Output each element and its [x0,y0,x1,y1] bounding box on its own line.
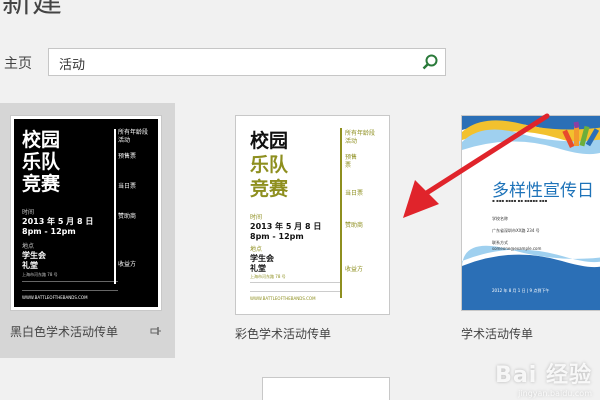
flyer-bw-place: 学生会 [22,251,46,260]
flyer-color-side-1: 所有年龄段 [345,130,376,137]
flyer-bw-title-2: 乐队 [22,151,61,173]
template-thumbnail-color: 校园 乐队 竞赛 时间 2013 年 5 月 8 日 8pm - 12pm 地点… [235,115,390,315]
flyer-color-side-2: 活动 [345,138,358,145]
flyer-color-title-3: 竞赛 [250,178,289,200]
flyer-color-title-2: 乐队 [250,154,289,176]
flyer-color-time-label: 时间 [250,214,263,221]
flyer-color-hours: 8pm - 12pm [250,232,304,241]
flyer-color-place-label: 地点 [250,246,263,253]
flyer-bw-lineup [22,281,118,291]
promo-contact: 联系方式 [492,240,508,245]
flyer-bw-side-1: 所有年龄段 [118,129,149,136]
template-tile-color[interactable]: 校园 乐队 竞赛 时间 2013 年 5 月 8 日 8pm - 12pm 地点… [230,103,400,358]
template-thumbnail-next-row[interactable] [262,377,390,400]
baidu-watermark: Bai 经验 jingyan.baidu.com [495,357,592,398]
flyer-bw-side-5: 赞助商 [118,213,137,220]
page-title: 新建 [2,0,62,20]
flyer-color-side-7: 收益方 [345,266,364,273]
flyer-bw-time-label: 时间 [22,209,35,216]
flyer-color-place2: 礼堂 [250,264,266,273]
template-thumbnail-bw: 校园 乐队 竞赛 时间 2013 年 5 月 8 日 8pm - 12pm 地点… [10,115,162,311]
flyer-color-address: 上海市河东路 78 号 [250,274,286,279]
flyer-bw-hours: 8pm - 12pm [22,227,76,236]
annotation-arrow [403,113,550,218]
flyer-bw-date: 2013 年 5 月 8 日 [22,217,94,226]
flyer-color-side-4: 票 [345,162,352,169]
flyer-bw-side-6: 收益方 [118,261,137,268]
home-link[interactable]: 主页 [4,53,32,73]
flyer-color-side-5: 当日票 [345,190,364,197]
flyer-bw-background: 校园 乐队 竞赛 时间 2013 年 5 月 8 日 8pm - 12pm 地点… [14,119,158,307]
promo-addr: 广东省深圳市XX路 234 号 [492,228,540,233]
flyer-bw-title-1: 校园 [22,129,61,151]
flyer-bw-site: WWW.BATTLEOFTHEBANDS.COM [22,295,88,300]
flyer-color-place: 学生会 [250,254,274,263]
flyer-bw-place-label: 地点 [22,243,35,250]
flyer-bw-side-3: 预售票 [118,153,137,160]
search-box [48,48,446,77]
flyer-color-side-6: 赞助商 [345,222,364,229]
flyer-color-divider [340,128,342,298]
template-name-bw: 黑白色学术活动传单 [10,325,119,339]
watermark-sub: jingyan.baidu.com [518,389,592,398]
flyer-color-lineup [250,282,340,292]
template-name-color: 彩色学术活动传单 [235,327,332,341]
flyer-bw-address: 上海市河东路 78 号 [22,272,58,277]
flyer-bw-side-2: 活动 [118,137,131,144]
flyer-color-title-1: 校园 [250,130,289,152]
flyer-bw-place2: 礼堂 [22,261,38,270]
template-tile-bw[interactable]: 校园 乐队 竞赛 时间 2013 年 5 月 8 日 8pm - 12pm 地点… [0,103,175,358]
pin-icon[interactable] [150,325,162,337]
flyer-bw-side-4: 当日票 [118,183,137,190]
flyer-color-side-3: 预售 [345,154,358,161]
watermark-main: Bai 经验 [495,363,592,388]
search-input[interactable] [57,49,401,77]
flyer-color-site: WWW.BATTLEOFTHEBANDS.COM [250,296,316,301]
flyer-bw-divider [114,129,116,284]
search-icon[interactable] [421,53,439,71]
promo-email: someone@example.com [492,246,542,251]
promo-date-line: 2012 年 8 月 1 日 | 9 点到下午 [492,288,550,293]
template-name-promo: 学术活动传单 [461,327,534,341]
flyer-bw-title-3: 竞赛 [22,173,61,195]
flyer-color-date: 2013 年 5 月 8 日 [250,222,322,231]
